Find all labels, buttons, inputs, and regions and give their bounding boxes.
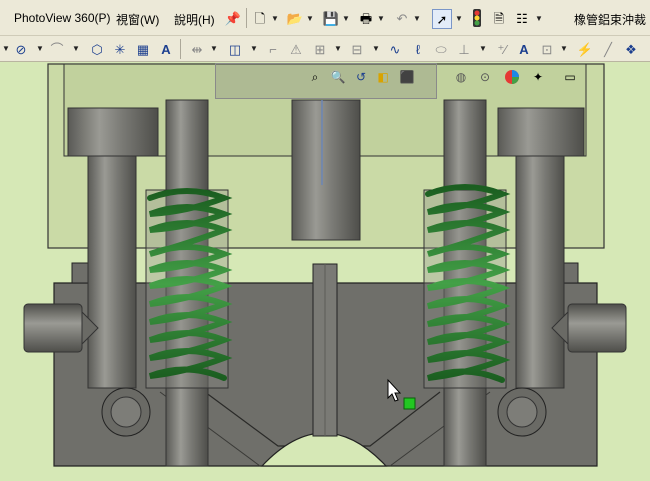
save-icon[interactable]: 💾 [322, 9, 340, 27]
chevron-down-icon[interactable]: ▼ [479, 44, 487, 53]
center-punch [291, 99, 361, 241]
chevron-down-icon[interactable]: ▼ [342, 14, 350, 23]
menu-help[interactable]: 說明(H) [174, 11, 215, 28]
select-pointer-icon[interactable]: ➚ [432, 9, 452, 29]
chevron-down-icon[interactable]: ▼ [271, 14, 279, 23]
ellipse-icon[interactable]: ⊘ [12, 40, 30, 58]
heads-up-view-toolbar: ⌕ 🔍 ↺ ◧ ⬛ ◍ ⊙ ✦ ▭ [215, 63, 576, 99]
chevron-down-icon[interactable]: ▼ [413, 14, 421, 23]
ellipse-tool-icon[interactable]: ⬭ [432, 40, 450, 58]
menu-photoview[interactable]: PhotoView 360(P) [14, 11, 111, 25]
document-title: 橡管鋁束沖裁 [573, 13, 646, 27]
warning-icon[interactable]: ⚠ [287, 40, 305, 58]
print-icon[interactable]: 🖶 [357, 9, 375, 27]
chevron-down-icon[interactable]: ▼ [2, 44, 10, 53]
chevron-down-icon[interactable]: ▼ [372, 44, 380, 53]
layers-icon[interactable]: ❖ [622, 40, 640, 58]
dimension-icon[interactable]: ⊥ [455, 40, 473, 58]
chevron-down-icon[interactable]: ▼ [210, 44, 218, 53]
zoom-to-fit-icon[interactable]: ⌕ [306, 68, 324, 86]
display-style-icon[interactable]: ◍ [452, 68, 470, 86]
toolbar-separator [246, 8, 247, 28]
mirror-icon[interactable]: ⇹ [188, 40, 206, 58]
spline-icon[interactable]: ℓ [409, 40, 427, 58]
chevron-down-icon[interactable]: ▼ [535, 14, 543, 23]
settings-icon[interactable]: ⊡ [538, 40, 556, 58]
chevron-down-icon[interactable]: ▼ [560, 44, 568, 53]
menu-bar: PhotoView 360(P) 視窗(W) 說明(H) 📌 🗋 ▼ 📂 ▼ 💾… [0, 0, 650, 36]
selection-marker[interactable] [403, 397, 416, 410]
view-orientation-icon[interactable]: ⬛ [398, 68, 416, 86]
offset-icon[interactable]: ◫ [226, 40, 244, 58]
chevron-down-icon[interactable]: ▼ [334, 44, 342, 53]
options-icon[interactable]: ☷ [513, 9, 531, 27]
fillet-icon[interactable]: ⌒ [48, 40, 66, 58]
sketch-picture-icon[interactable]: ⁺⁄ [493, 40, 511, 58]
section-view-icon[interactable]: ◧ [374, 68, 392, 86]
chevron-down-icon[interactable]: ▼ [72, 44, 80, 53]
file-properties-icon[interactable]: 🗎 [490, 9, 508, 27]
smart-dimension-icon[interactable]: ⊞ [311, 40, 329, 58]
edit-appearance-icon[interactable] [503, 68, 521, 86]
menu-window[interactable]: 視窗(W) [116, 11, 159, 28]
text-tool-icon[interactable]: A [515, 40, 533, 58]
traffic-light-icon[interactable] [468, 9, 486, 27]
hide-show-icon[interactable]: ⊙ [476, 68, 494, 86]
graphics-viewport[interactable] [0, 62, 650, 481]
zoom-area-icon[interactable]: 🔍 [329, 68, 347, 86]
new-document-icon[interactable]: 🗋 [251, 9, 269, 27]
chevron-down-icon[interactable]: ▼ [36, 44, 44, 53]
apply-scene-icon[interactable]: ✦ [529, 68, 547, 86]
chevron-down-icon[interactable]: ▼ [455, 14, 463, 23]
view-settings-icon[interactable]: ▭ [561, 68, 579, 86]
pin-icon[interactable]: 📌 [224, 9, 242, 27]
feature-icon[interactable]: ⚡ [576, 40, 594, 58]
text-icon[interactable]: A [157, 40, 175, 58]
chevron-down-icon[interactable]: ▼ [377, 14, 385, 23]
point-icon[interactable]: ✳ [111, 40, 129, 58]
model-drawing [23, 63, 627, 467]
toolbar-separator [180, 39, 181, 59]
previous-view-icon[interactable]: ↺ [352, 68, 370, 86]
line-icon[interactable]: ╱ [599, 40, 617, 58]
chevron-down-icon[interactable]: ▼ [250, 44, 258, 53]
grid-icon[interactable]: ▦ [134, 40, 152, 58]
polygon-icon[interactable]: ⬡ [88, 40, 106, 58]
curve-icon[interactable]: ∿ [386, 40, 404, 58]
open-folder-icon[interactable]: 📂 [286, 9, 304, 27]
trim-icon[interactable]: ⌐ [264, 40, 282, 58]
undo-icon[interactable]: ↶ [393, 9, 411, 27]
chevron-down-icon[interactable]: ▼ [306, 14, 314, 23]
command-toolbar: ▼ ⊘ ▼ ⌒ ▼ ⬡ ✳ ▦ A ⇹ ▼ ◫ ▼ ⌐ ⚠ ⊞ ▼ ⊟ ▼ ∿ … [0, 36, 650, 62]
relations-icon[interactable]: ⊟ [348, 40, 366, 58]
